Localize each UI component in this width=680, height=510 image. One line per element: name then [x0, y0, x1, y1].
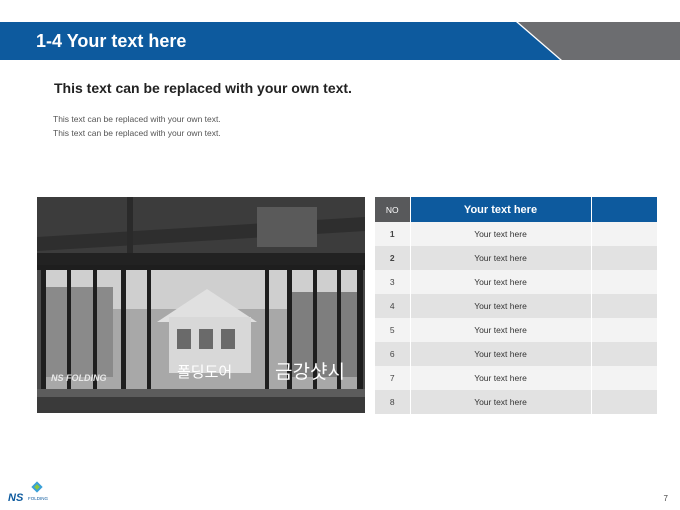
header-band: 1-4 Your text here	[0, 22, 680, 60]
row-number: 2	[375, 246, 411, 270]
row-number: 3	[375, 270, 411, 294]
row-number: 7	[375, 366, 411, 390]
table-row: 5 Your text here	[375, 318, 658, 342]
logo-subtext: FOLDING	[28, 496, 49, 501]
row-text: Your text here	[410, 222, 592, 246]
table-row: 6 Your text here	[375, 342, 658, 366]
body-text-line: This text can be replaced with your own …	[53, 114, 221, 124]
table-row: 2 Your text here	[375, 246, 658, 270]
column-header-blank	[591, 197, 658, 222]
column-header-title: Your text here	[410, 197, 592, 222]
row-text: Your text here	[410, 342, 592, 366]
table-header-row: NO Your text here	[375, 197, 658, 222]
row-text: Your text here	[410, 390, 592, 414]
info-table: NO Your text here 1 Your text here 2 You…	[375, 197, 658, 414]
table-row: 7 Your text here	[375, 366, 658, 390]
row-number: 4	[375, 294, 411, 318]
body-text-line: This text can be replaced with your own …	[53, 128, 221, 138]
row-text: Your text here	[410, 246, 592, 270]
row-text: Your text here	[410, 366, 592, 390]
ns-folding-logo: NS FOLDING	[8, 481, 68, 510]
row-number: 8	[375, 390, 411, 414]
photo-caption-right: 금강샷시	[275, 361, 345, 383]
subtitle: This text can be replaced with your own …	[54, 80, 352, 96]
page-number: 7	[663, 494, 668, 503]
photo-caption-left: 폴딩도어	[177, 363, 233, 381]
folding-door-photo: NS FOLDING 폴딩도어 금강샷시	[37, 197, 365, 413]
table-row: 8 Your text here	[375, 390, 658, 414]
row-number: 6	[375, 342, 411, 366]
column-header-no: NO	[375, 197, 411, 222]
row-number: 5	[375, 318, 411, 342]
photo-brand-text: NS FOLDING	[51, 373, 107, 383]
logo-text: NS	[8, 492, 24, 504]
row-text: Your text here	[410, 270, 592, 294]
row-text: Your text here	[410, 294, 592, 318]
table-row: 1 Your text here	[375, 222, 658, 246]
page-title: 1-4 Your text here	[36, 31, 187, 51]
table-row: 4 Your text here	[375, 294, 658, 318]
table-row: 3 Your text here	[375, 270, 658, 294]
row-number: 1	[375, 222, 411, 246]
row-text: Your text here	[410, 318, 592, 342]
